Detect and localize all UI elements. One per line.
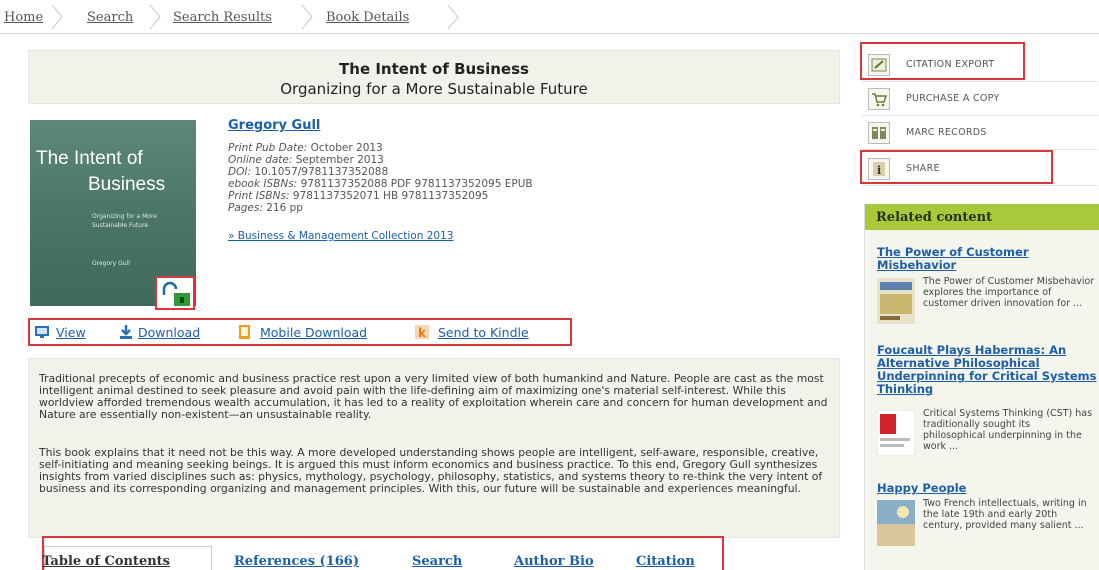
- download-icon[interactable]: [118, 324, 134, 340]
- related-description: Two French intellectuals, writing in the…: [923, 498, 1087, 531]
- related-title-link[interactable]: Foucault Plays Habermas: An Alternative …: [877, 344, 1099, 396]
- breadcrumb-search[interactable]: Search: [87, 10, 133, 25]
- tab-table-of-contents[interactable]: Table of Contents: [42, 554, 170, 569]
- meta-value: 10.1057/9781137352088: [254, 166, 389, 178]
- sidebar-item-label: PURCHASE A COPY: [906, 93, 1000, 104]
- unlocked-padlock-icon: [162, 281, 190, 306]
- kindle-icon[interactable]: k: [414, 324, 430, 340]
- meta-value: 9781137352071 HB 9781137352095: [292, 190, 489, 202]
- cover-title-line1: The Intent of: [36, 148, 143, 169]
- book-tabs: Table of Contents References (166) Searc…: [42, 536, 724, 570]
- book-title: The Intent of Business: [339, 60, 529, 78]
- meta-row: Pages: 216 pp: [228, 202, 533, 214]
- related-content-panel: Related content The Power of Customer Mi…: [864, 204, 1099, 570]
- meta-label: Print Pub Date:: [228, 142, 308, 154]
- related-content-header: Related content: [865, 204, 1099, 230]
- highlight-share: [860, 150, 1053, 184]
- breadcrumb-search-results[interactable]: Search Results: [173, 10, 272, 25]
- related-description: Critical Systems Thinking (CST) has trad…: [923, 408, 1093, 452]
- related-title-link[interactable]: Happy People: [877, 482, 1099, 495]
- cover-title-line2: Business: [88, 174, 166, 195]
- meta-value: 9781137352088 PDF 9781137352095 EPUB: [300, 178, 533, 190]
- abstract-panel: Traditional precepts of economic and bus…: [28, 358, 840, 538]
- highlight-citation-export: [860, 42, 1025, 80]
- breadcrumb-separator: [50, 4, 64, 30]
- meta-row: DOI: 10.1057/9781137352088: [228, 166, 533, 178]
- collection-link[interactable]: » Business & Management Collection 2013: [228, 230, 453, 242]
- book-title-banner: The Intent of Business Organizing for a …: [28, 50, 840, 104]
- svg-text:k: k: [418, 326, 427, 340]
- related-book-thumbnail[interactable]: [877, 500, 915, 546]
- tab-search[interactable]: Search: [412, 554, 462, 569]
- meta-row: ebook ISBNs: 9781137352088 PDF 978113735…: [228, 178, 533, 190]
- view-link[interactable]: View: [56, 325, 86, 340]
- book-metadata: Print Pub Date: October 2013 Online date…: [228, 142, 533, 214]
- meta-label: ebook ISBNs:: [228, 178, 298, 190]
- mobile-download-icon[interactable]: [236, 324, 252, 340]
- meta-label: Pages:: [228, 202, 263, 214]
- cover-subtitle: Organizing for a More Sustainable Future: [92, 213, 157, 229]
- mobile-download-link[interactable]: Mobile Download: [260, 325, 367, 340]
- cover-author: Gregory Gull: [92, 260, 130, 267]
- related-description: The Power of Customer Misbehavior explor…: [923, 276, 1095, 309]
- tab-author-bio[interactable]: Author Bio: [514, 554, 594, 569]
- sidebar-item-purchase[interactable]: PURCHASE A COPY: [862, 82, 1098, 116]
- sidebar-item-marc-records[interactable]: MARC RECORDS: [862, 116, 1098, 150]
- meta-row: Print Pub Date: October 2013: [228, 142, 533, 154]
- meta-row: Print ISBNs: 9781137352071 HB 9781137352…: [228, 190, 533, 202]
- meta-value: September 2013: [295, 154, 384, 166]
- shopping-cart-icon: [868, 88, 890, 110]
- breadcrumb: Home Search Search Results Book Details: [0, 0, 1099, 34]
- abstract-paragraph-2: This book explains that it need not be t…: [39, 446, 823, 495]
- related-book-thumbnail[interactable]: [877, 278, 915, 324]
- breadcrumb-separator: [300, 4, 314, 30]
- breadcrumb-separator: [148, 4, 162, 30]
- breadcrumb-separator: [446, 4, 460, 30]
- author-link[interactable]: Gregory Gull: [228, 118, 320, 133]
- related-book-thumbnail[interactable]: [877, 410, 915, 456]
- breadcrumb-home[interactable]: Home: [4, 10, 43, 25]
- meta-label: DOI:: [228, 166, 251, 178]
- meta-row: Online date: September 2013: [228, 154, 533, 166]
- tab-references[interactable]: References (166): [234, 554, 359, 569]
- meta-value: 216 pp: [266, 202, 303, 214]
- meta-value: October 2013: [310, 142, 383, 154]
- book-subtitle: Organizing for a More Sustainable Future: [280, 80, 588, 98]
- meta-label: Print ISBNs:: [228, 190, 290, 202]
- open-access-lock: [155, 276, 195, 310]
- download-link[interactable]: Download: [138, 325, 200, 340]
- meta-label: Online date:: [228, 154, 293, 166]
- access-actions-bar: View Download Mobile Download k Send to …: [28, 318, 572, 346]
- marc-records-icon: [868, 122, 890, 144]
- monitor-view-icon[interactable]: [34, 324, 50, 340]
- abstract-paragraph-1: Traditional precepts of economic and bus…: [39, 372, 828, 421]
- related-title-link[interactable]: The Power of Customer Misbehavior: [877, 246, 1099, 272]
- send-to-kindle-link[interactable]: Send to Kindle: [438, 325, 529, 340]
- breadcrumb-book-details[interactable]: Book Details: [326, 10, 409, 25]
- sidebar-item-label: MARC RECORDS: [906, 127, 987, 138]
- tab-citation[interactable]: Citation: [636, 554, 695, 569]
